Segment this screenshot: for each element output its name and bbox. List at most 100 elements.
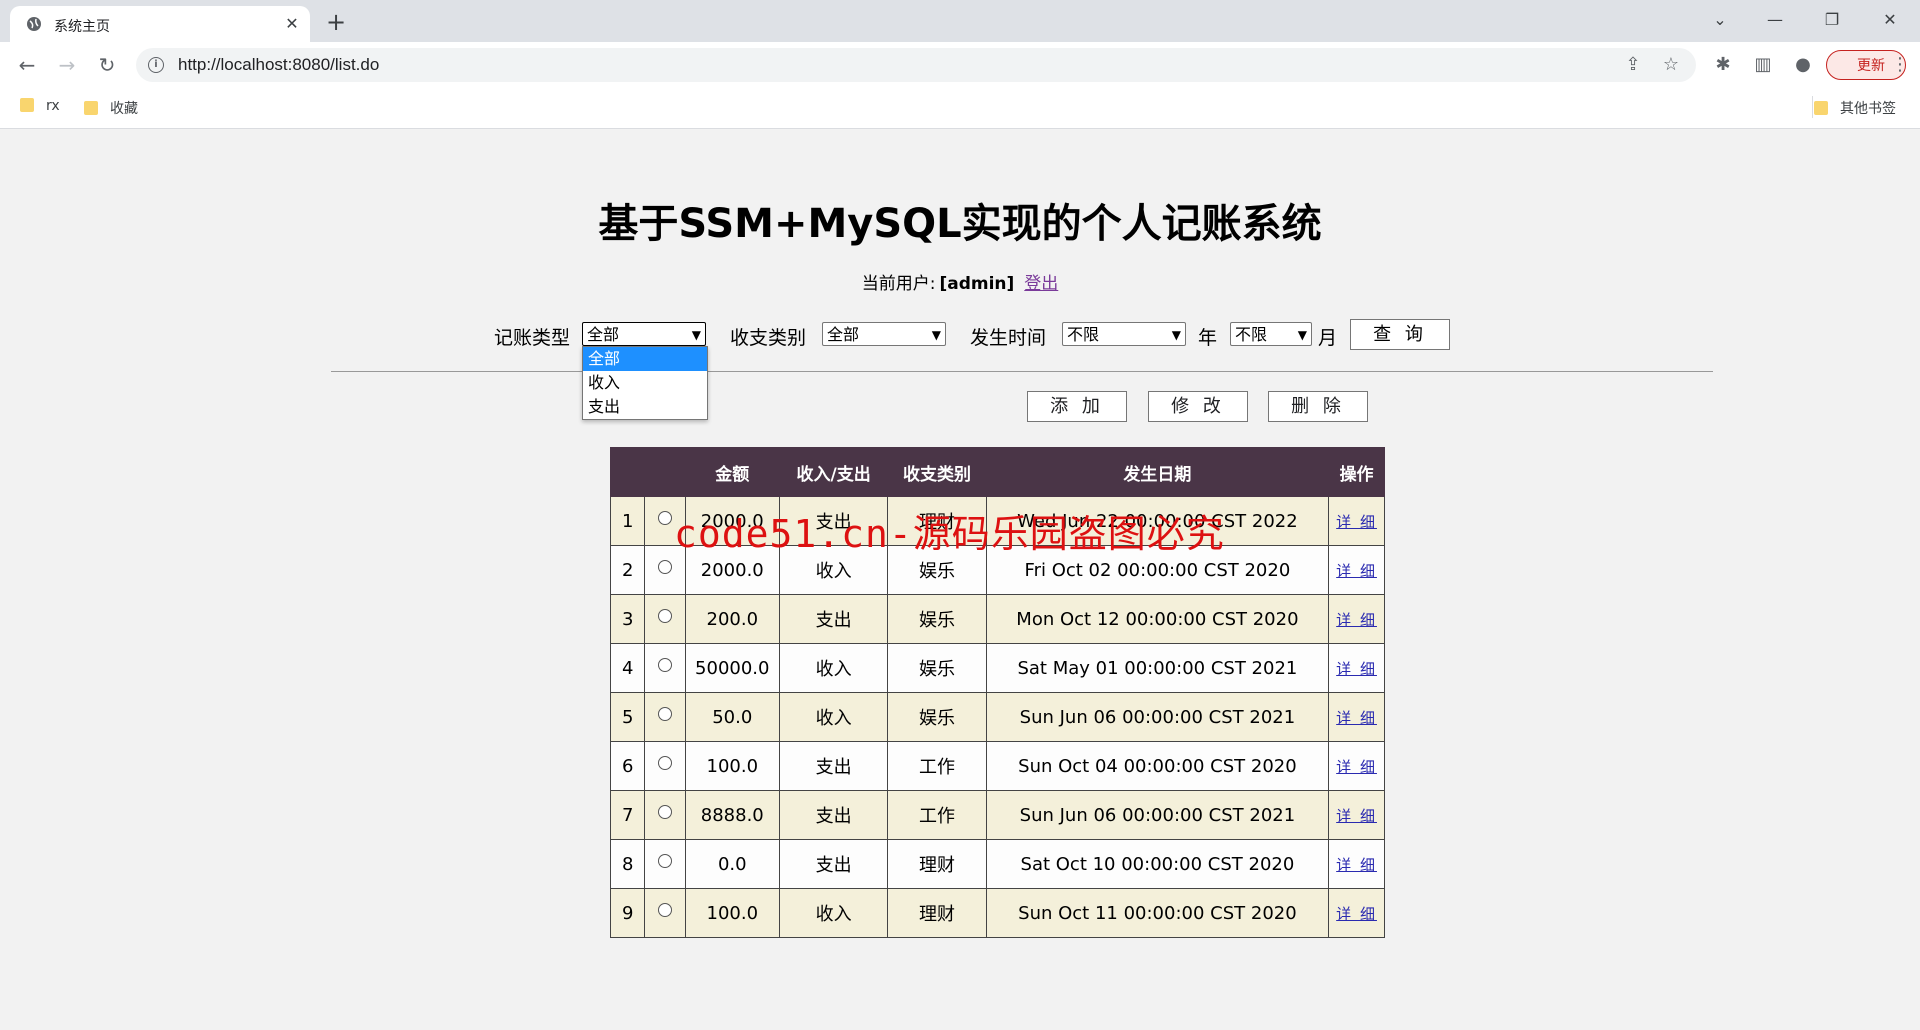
row-radio[interactable] — [644, 692, 686, 742]
table-header-row: 金额 收入/支出 收支类别 发生日期 操作 — [609, 447, 1385, 497]
col-select — [644, 447, 686, 497]
profile-icon[interactable]: ● — [1790, 52, 1816, 78]
radio-icon[interactable] — [657, 608, 672, 623]
address-bar[interactable]: i http://localhost:8080/list.do ⇪ ☆ — [136, 48, 1696, 82]
detail-link[interactable]: 详 细 — [1336, 660, 1377, 678]
side-panel-icon[interactable]: ▥ — [1750, 52, 1776, 78]
radio-icon[interactable] — [657, 804, 672, 819]
detail-link[interactable]: 详 细 — [1336, 905, 1377, 923]
detail-link[interactable]: 详 细 — [1336, 758, 1377, 776]
detail-link[interactable]: 详 细 — [1336, 562, 1377, 580]
detail-link[interactable]: 详 细 — [1336, 709, 1377, 727]
other-bookmarks[interactable]: 其他书签 — [1814, 98, 1896, 118]
radio-icon[interactable] — [657, 755, 672, 770]
menu-icon[interactable]: ⋮ — [1890, 52, 1910, 78]
share-icon[interactable]: ⇪ — [1620, 52, 1646, 78]
detail-link[interactable]: 详 细 — [1336, 611, 1377, 629]
row-radio[interactable] — [644, 594, 686, 644]
divider — [331, 371, 1713, 372]
radio-icon[interactable] — [657, 853, 672, 868]
url-text: http://localhost:8080/list.do — [178, 55, 380, 74]
col-index — [609, 447, 646, 497]
minimize-icon[interactable]: — — [1755, 6, 1795, 34]
forward-icon[interactable]: → — [52, 50, 82, 80]
add-button[interactable]: 添 加 — [1027, 391, 1127, 422]
type-dropdown-list: 全部 收入 支出 — [582, 346, 708, 420]
table-body: 1 2000.0 支出 理财 Wed Jun 22 00:00:00 CST 2… — [609, 496, 1385, 938]
bookmark-separator — [1812, 96, 1813, 118]
type-label: 记账类型 — [494, 327, 571, 349]
bookmark-star-icon[interactable]: ☆ — [1658, 52, 1684, 78]
radio-icon[interactable] — [657, 657, 672, 672]
current-user-name: [admin] — [939, 274, 1015, 294]
type-option-all[interactable]: 全部 — [583, 347, 707, 371]
type-select[interactable]: 全部 ▼ — [582, 322, 706, 346]
chevron-down-icon: ▼ — [931, 328, 941, 342]
chevron-down-icon: ▼ — [1297, 328, 1307, 342]
new-tab-button[interactable]: + — [322, 8, 350, 36]
tab-title: 系统主页 — [54, 19, 110, 35]
extensions-icon[interactable]: ✱ — [1710, 52, 1736, 78]
chevron-down-icon: ▼ — [691, 328, 701, 342]
row-radio[interactable] — [644, 790, 686, 840]
detail-link[interactable]: 详 细 — [1336, 807, 1377, 825]
row-radio[interactable] — [644, 839, 686, 889]
current-user-label: 当前用户: — [861, 274, 936, 294]
type-option-income[interactable]: 收入 — [583, 371, 707, 395]
site-info-icon[interactable]: i — [148, 57, 164, 73]
bookmark-folder-favorites[interactable]: 收藏 — [84, 98, 138, 118]
folder-icon — [84, 101, 98, 115]
delete-button[interactable]: 删 除 — [1268, 391, 1368, 422]
radio-icon[interactable] — [657, 510, 672, 525]
col-date: 发生日期 — [985, 447, 1330, 497]
tab-strip: 系统主页 ✕ + ⌄ — ❐ ✕ — [0, 0, 1920, 42]
year-select[interactable]: 不限 ▼ — [1062, 322, 1186, 346]
close-tab-icon[interactable]: ✕ — [280, 12, 304, 36]
type-option-expense[interactable]: 支出 — [583, 395, 707, 419]
category-select[interactable]: 全部 ▼ — [822, 322, 946, 346]
year-suffix: 年 — [1198, 327, 1218, 349]
page-title: 基于SSM+MySQL实现的个人记账系统 — [598, 201, 1322, 247]
reload-icon[interactable]: ↻ — [92, 50, 122, 80]
back-icon[interactable]: ← — [12, 50, 42, 80]
row-radio[interactable] — [644, 741, 686, 791]
table-row: 9 100.0 收入 理财 Sun Oct 11 00:00:00 CST 20… — [609, 888, 1385, 938]
current-user-line: 当前用户: [admin] 登出 — [0, 269, 1920, 294]
row-radio[interactable] — [644, 643, 686, 693]
radio-icon[interactable] — [657, 706, 672, 721]
chevron-down-icon: ▼ — [1171, 328, 1181, 342]
radio-icon[interactable] — [657, 902, 672, 917]
table-row: 6 100.0 支出 工作 Sun Oct 04 00:00:00 CST 20… — [609, 741, 1385, 791]
globe-icon — [27, 17, 41, 31]
col-amount: 金额 — [684, 447, 780, 497]
col-kind: 收入/支出 — [778, 447, 889, 497]
bookmarks-bar: rx 收藏 其他书签 — [0, 88, 1920, 129]
watermark-text: code51.cn-源码乐园盗图必究 — [674, 512, 1225, 556]
edit-button[interactable]: 修 改 — [1148, 391, 1248, 422]
table-row: 3 200.0 支出 娱乐 Mon Oct 12 00:00:00 CST 20… — [609, 594, 1385, 644]
month-select[interactable]: 不限 ▼ — [1230, 322, 1312, 346]
col-operation: 操作 — [1328, 447, 1385, 497]
category-label: 收支类别 — [730, 327, 807, 349]
detail-link[interactable]: 详 细 — [1336, 856, 1377, 874]
close-window-icon[interactable]: ✕ — [1870, 6, 1910, 34]
row-radio[interactable] — [644, 888, 686, 938]
logout-link[interactable]: 登出 — [1024, 274, 1058, 294]
folder-icon — [20, 98, 34, 112]
bookmark-folder-rx[interactable]: rx — [20, 98, 60, 114]
table-row: 5 50.0 收入 娱乐 Sun Jun 06 00:00:00 CST 202… — [609, 692, 1385, 742]
browser-tab[interactable]: 系统主页 ✕ — [10, 6, 310, 42]
browser-toolbar: ← → ↻ i http://localhost:8080/list.do ⇪ … — [0, 42, 1920, 88]
table-row: 4 50000.0 收入 娱乐 Sat May 01 00:00:00 CST … — [609, 643, 1385, 693]
detail-link[interactable]: 详 细 — [1336, 513, 1377, 531]
query-button[interactable]: 查 询 — [1350, 319, 1450, 350]
tab-search-icon[interactable]: ⌄ — [1700, 6, 1740, 34]
col-category: 收支类别 — [887, 447, 987, 497]
restore-icon[interactable]: ❐ — [1812, 6, 1852, 34]
table-row: 8 0.0 支出 理财 Sat Oct 10 00:00:00 CST 2020… — [609, 839, 1385, 889]
folder-icon — [1814, 101, 1828, 115]
month-suffix: 月 — [1318, 327, 1338, 349]
radio-icon[interactable] — [657, 559, 672, 574]
time-label: 发生时间 — [970, 327, 1047, 349]
page-body: 基于SSM+MySQL实现的个人记账系统 当前用户: [admin] 登出 记账类型… — [0, 129, 1920, 1030]
